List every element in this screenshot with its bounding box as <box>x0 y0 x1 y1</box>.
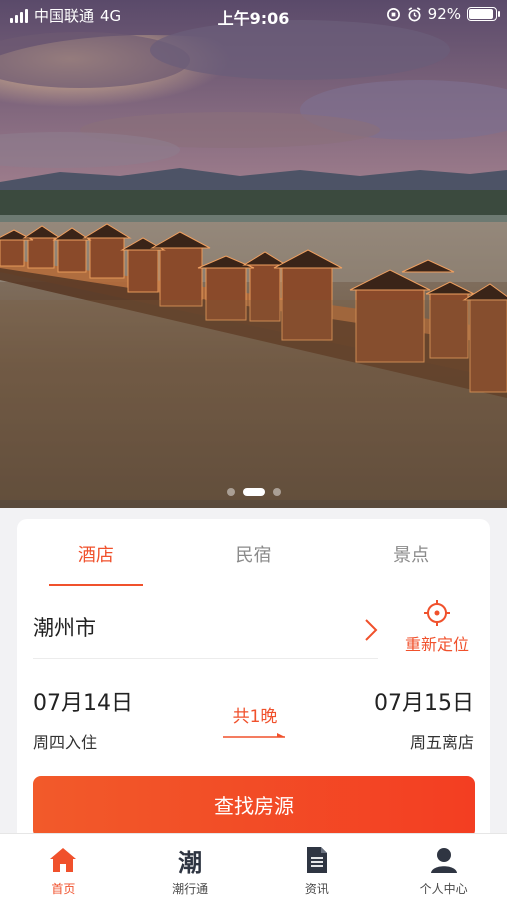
chevron-right-icon <box>365 619 378 641</box>
carousel-dot-active[interactable] <box>242 488 265 496</box>
tab-home[interactable]: 首页 <box>0 834 127 900</box>
city-selector[interactable]: 潮州市 <box>33 604 378 659</box>
tab-chaoxingtong-label: 潮行通 <box>172 882 209 896</box>
battery-icon <box>467 7 500 21</box>
nights-label: 共1晚 <box>232 707 278 727</box>
user-icon <box>430 848 457 873</box>
status-right: 92% <box>386 5 500 23</box>
tab-profile-label: 个人中心 <box>419 882 468 896</box>
checkout-label: 周五离店 <box>409 733 474 752</box>
tab-attractions[interactable]: 景点 <box>332 519 490 586</box>
hero-image <box>0 0 507 508</box>
carousel-dot[interactable] <box>272 488 281 496</box>
category-tabs: 酒店 民宿 景点 <box>17 519 490 586</box>
relocate-label: 重新定位 <box>404 635 469 654</box>
chao-icon: 潮 <box>178 848 203 877</box>
booking-card: 酒店 民宿 景点 潮州市 重新定位 07月14日 周四入住 共1晚 07月15日… <box>17 519 490 849</box>
carousel-dot[interactable] <box>226 488 235 496</box>
tab-profile[interactable]: 个人中心 <box>380 834 507 900</box>
battery-percent: 92% <box>427 5 461 23</box>
city-name: 潮州市 <box>33 616 96 640</box>
hero-carousel[interactable]: 中国联通 4G 上午9:06 92% <box>0 0 507 508</box>
alarm-icon <box>408 6 421 21</box>
checkout-date[interactable]: 07月15日 周五离店 <box>374 685 474 753</box>
battery-fill <box>469 9 493 19</box>
home-icon <box>50 848 77 872</box>
checkout-date-value: 07月15日 <box>374 691 474 716</box>
checkin-label: 周四入住 <box>33 733 98 752</box>
arrow-right-icon <box>223 733 285 738</box>
app-screen: 中国联通 4G 上午9:06 92% 酒店 民宿 景点 潮州市 重新定位 07月… <box>0 0 507 900</box>
carousel-indicator <box>0 488 507 496</box>
relocate-button[interactable]: 重新定位 <box>392 599 482 659</box>
checkin-date-value: 07月14日 <box>33 691 133 716</box>
rotation-lock-icon <box>386 7 400 21</box>
tab-chaoxingtong[interactable]: 潮 潮行通 <box>127 834 254 900</box>
locate-target-icon <box>424 600 450 626</box>
tab-hotel[interactable]: 酒店 <box>17 519 175 586</box>
checkin-date[interactable]: 07月14日 周四入住 <box>33 685 133 753</box>
nights-indicator: 共1晚 <box>217 702 293 741</box>
status-bar: 中国联通 4G 上午9:06 92% <box>0 0 507 30</box>
tab-news[interactable]: 资讯 <box>254 834 381 900</box>
tab-news-label: 资讯 <box>304 882 329 896</box>
tab-homestay[interactable]: 民宿 <box>175 519 333 586</box>
document-icon <box>306 847 327 873</box>
search-rooms-button[interactable]: 查找房源 <box>33 776 475 838</box>
tab-home-label: 首页 <box>51 882 76 896</box>
bottom-tab-bar: 首页 潮 潮行通 资讯 个人中心 <box>0 833 507 900</box>
